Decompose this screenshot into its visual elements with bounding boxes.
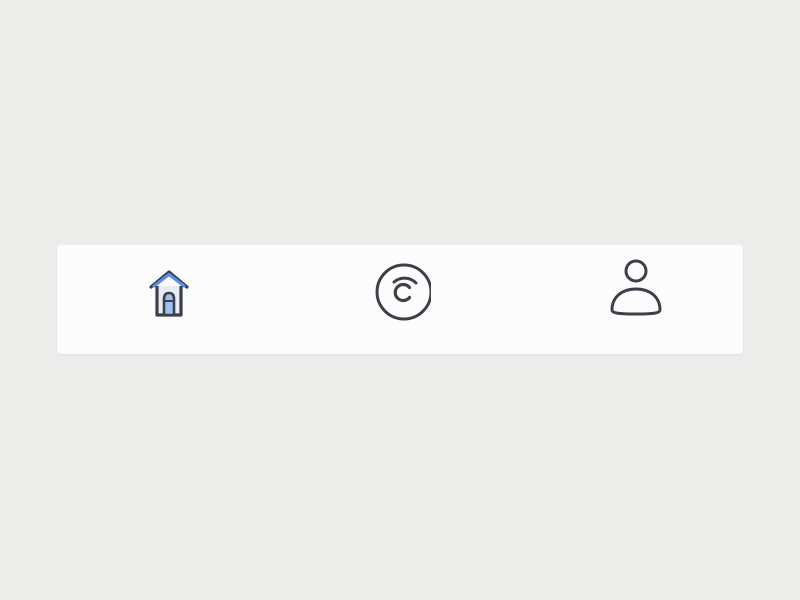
copyright-coin-icon (367, 257, 431, 321)
tab-coins[interactable] (349, 245, 449, 354)
tab-home[interactable] (119, 245, 219, 354)
home-icon (137, 257, 201, 321)
user-icon (604, 257, 668, 321)
tab-profile[interactable] (586, 245, 686, 354)
bottom-tab-bar (57, 245, 743, 354)
